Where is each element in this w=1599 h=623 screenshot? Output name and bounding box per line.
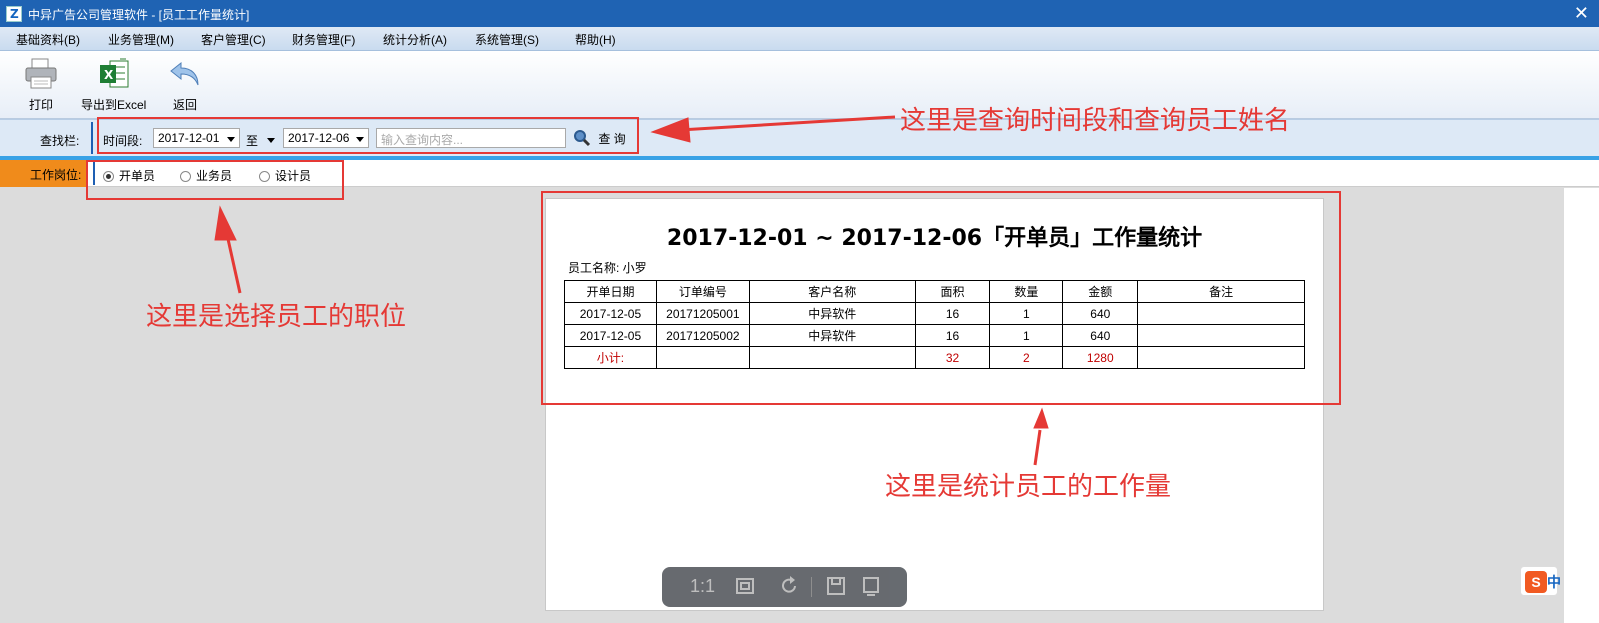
sogou-icon: S bbox=[1525, 571, 1547, 593]
arrow-stats-line bbox=[1033, 429, 1042, 466]
fullscreen-icon[interactable] bbox=[860, 575, 882, 602]
annotation-position: 这里是选择员工的职位 bbox=[146, 301, 407, 331]
viewer-divider bbox=[811, 577, 812, 597]
image-viewer-toolbar: 1:1 bbox=[662, 567, 907, 607]
rotate-icon[interactable] bbox=[778, 575, 800, 602]
fit-window-icon[interactable] bbox=[734, 575, 756, 602]
arrow-stats-head bbox=[1033, 407, 1049, 429]
annotation-search: 这里是查询时间段和查询员工姓名 bbox=[900, 105, 1291, 135]
arrow-position-head bbox=[214, 205, 237, 241]
save-icon[interactable] bbox=[825, 575, 847, 602]
actual-size-button[interactable]: 1:1 bbox=[690, 576, 715, 597]
annotation-stats: 这里是统计员工的工作量 bbox=[885, 471, 1172, 501]
ime-mode-label: 中 bbox=[1547, 574, 1561, 590]
arrow-search-head bbox=[650, 117, 691, 143]
ime-indicator[interactable]: S 中 bbox=[1520, 566, 1561, 596]
arrow-search-line bbox=[679, 115, 896, 132]
